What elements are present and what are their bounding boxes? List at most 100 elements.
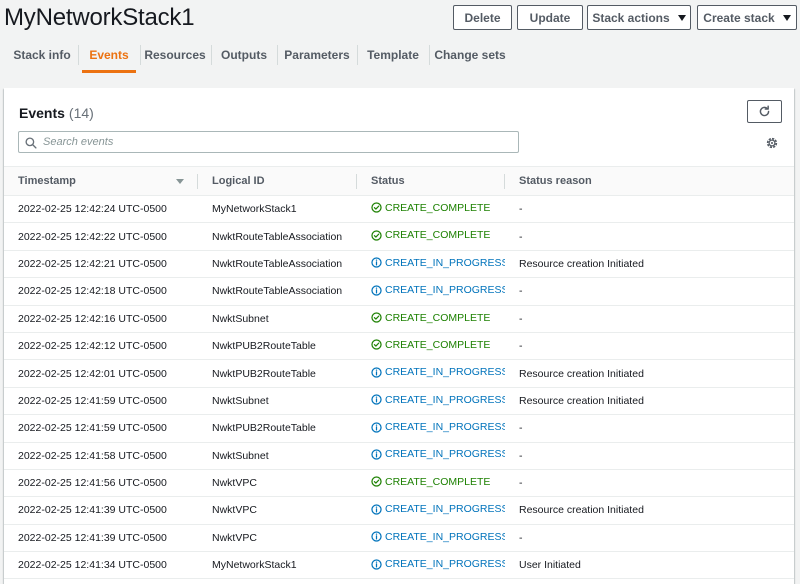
tab-resources[interactable]: Resources xyxy=(144,37,206,73)
cell-logical-id: NwktSubnet xyxy=(198,442,357,470)
table-row[interactable]: 2022-02-25 12:41:39 UTC-0500 NwktVPC CREAT… xyxy=(4,524,794,553)
table-row[interactable]: 2022-02-25 12:41:34 UTC-0500 MyNetworkSta… xyxy=(4,551,794,580)
stack-actions-button[interactable]: Stack actions xyxy=(587,5,691,30)
status-indicator: CREATE_IN_PROGRESS xyxy=(371,558,505,570)
search-events-input[interactable] xyxy=(43,132,513,152)
cell-status: CREATE_IN_PROGRESS xyxy=(357,414,505,443)
table-row[interactable]: 2022-02-25 12:41:39 UTC-0500 NwktVPC CREAT… xyxy=(4,496,794,525)
refresh-icon xyxy=(759,105,770,117)
table-row[interactable]: 2022-02-25 12:41:59 UTC-0500 NwktPUB2Rout… xyxy=(4,414,794,443)
info-circle-icon xyxy=(371,394,382,405)
cell-logical-id: NwktPUB2RouteTable xyxy=(198,414,357,443)
cell-logical-id: NwktSubnet xyxy=(198,387,357,416)
cell-logical-id: NwktSubnet xyxy=(198,305,357,333)
status-indicator: CREATE_IN_PROGRESS xyxy=(371,284,505,296)
cell-status: CREATE_COMPLETE xyxy=(357,305,505,333)
table-row[interactable]: 2022-02-25 12:41:58 UTC-0500 NwktSubnet CR… xyxy=(4,442,794,470)
status-indicator: CREATE_IN_PROGRESS xyxy=(371,531,505,543)
cell-logical-id: NwktVPC xyxy=(198,524,357,553)
cell-status-reason: - xyxy=(505,469,794,498)
cell-status: CREATE_IN_PROGRESS xyxy=(357,551,505,580)
tab-outputs[interactable]: Outputs xyxy=(215,37,273,73)
tab-template[interactable]: Template xyxy=(361,37,425,73)
status-text: CREATE_IN_PROGRESS xyxy=(385,558,505,571)
cell-timestamp: 2022-02-25 12:41:58 UTC-0500 xyxy=(4,442,198,470)
status-text: CREATE_IN_PROGRESS xyxy=(385,284,505,297)
cell-status-reason: Resource creation Initiated xyxy=(505,250,794,279)
cell-status-reason: - xyxy=(505,414,794,443)
status-indicator: CREATE_COMPLETE xyxy=(371,312,490,324)
status-indicator: CREATE_COMPLETE xyxy=(371,229,490,241)
cell-logical-id: NwktPUB2RouteTable xyxy=(198,332,357,361)
update-button[interactable]: Update xyxy=(517,5,583,30)
status-text: CREATE_IN_PROGRESS xyxy=(385,256,505,269)
cell-timestamp: 2022-02-25 12:42:18 UTC-0500 xyxy=(4,277,198,306)
status-text: CREATE_COMPLETE xyxy=(385,311,491,324)
cell-status: CREATE_IN_PROGRESS xyxy=(357,524,505,553)
events-table-body: 2022-02-25 12:42:24 UTC-0500 MyNetworkSta… xyxy=(4,195,794,580)
refresh-button[interactable] xyxy=(747,100,782,123)
tab-parameters[interactable]: Parameters xyxy=(281,37,353,73)
cell-logical-id: MyNetworkStack1 xyxy=(198,195,357,224)
search-icon xyxy=(25,136,38,149)
cell-status-reason: Resource creation Initiated xyxy=(505,359,794,388)
cell-timestamp: 2022-02-25 12:41:59 UTC-0500 xyxy=(4,414,198,443)
cell-status: CREATE_IN_PROGRESS xyxy=(357,387,505,416)
tab-divider xyxy=(277,45,278,65)
column-header-timestamp[interactable]: Timestamp xyxy=(4,166,198,196)
info-circle-icon xyxy=(371,284,382,296)
table-row[interactable]: 2022-02-25 12:42:01 UTC-0500 NwktPUB2Rout… xyxy=(4,359,794,388)
info-circle-icon xyxy=(371,421,382,433)
table-row[interactable]: 2022-02-25 12:42:21 UTC-0500 NwktRouteTab… xyxy=(4,250,794,279)
column-label: Status reason xyxy=(519,175,592,187)
events-title: Events xyxy=(19,105,65,121)
events-table: Timestamp Logical ID Status Status reaso… xyxy=(4,166,794,580)
table-row[interactable]: 2022-02-25 12:42:16 UTC-0500 NwktSubnet CR… xyxy=(4,305,794,333)
column-header-status[interactable]: Status xyxy=(357,166,505,196)
cell-status: CREATE_IN_PROGRESS xyxy=(357,359,505,388)
create-stack-button[interactable]: Create stack xyxy=(697,5,797,30)
status-text: CREATE_IN_PROGRESS xyxy=(385,448,505,461)
cell-status: CREATE_COMPLETE xyxy=(357,195,505,224)
column-header-logical-id[interactable]: Logical ID xyxy=(198,166,357,196)
cell-timestamp: 2022-02-25 12:41:39 UTC-0500 xyxy=(4,524,198,553)
status-text: CREATE_COMPLETE xyxy=(385,338,491,351)
status-indicator: CREATE_IN_PROGRESS xyxy=(371,394,505,406)
cell-status-reason: Resource creation Initiated xyxy=(505,496,794,525)
table-row[interactable]: 2022-02-25 12:41:59 UTC-0500 NwktSubnet CR… xyxy=(4,387,794,416)
tab-stack-info[interactable]: Stack info xyxy=(10,37,74,73)
sort-caret-icon[interactable] xyxy=(176,179,184,184)
delete-button[interactable]: Delete xyxy=(453,5,512,30)
table-row[interactable]: 2022-02-25 12:42:22 UTC-0500 NwktRouteTab… xyxy=(4,222,794,251)
table-row[interactable]: 2022-02-25 12:42:24 UTC-0500 MyNetworkSta… xyxy=(4,195,794,224)
cell-timestamp: 2022-02-25 12:41:34 UTC-0500 xyxy=(4,551,198,580)
status-text: CREATE_COMPLETE xyxy=(385,201,491,214)
tab-events[interactable]: Events xyxy=(82,37,136,73)
status-indicator: CREATE_COMPLETE xyxy=(371,339,490,351)
cell-status-reason: Resource creation Initiated xyxy=(505,387,794,416)
table-row[interactable]: 2022-02-25 12:41:56 UTC-0500 NwktVPC CREAT… xyxy=(4,469,794,498)
cell-status-reason: - xyxy=(505,305,794,333)
info-circle-icon xyxy=(371,449,382,460)
cell-timestamp: 2022-02-25 12:42:21 UTC-0500 xyxy=(4,250,198,279)
cell-timestamp: 2022-02-25 12:42:12 UTC-0500 xyxy=(4,332,198,361)
cell-timestamp: 2022-02-25 12:41:59 UTC-0500 xyxy=(4,387,198,416)
page-title: MyNetworkStack1 xyxy=(4,4,195,31)
status-indicator: CREATE_IN_PROGRESS xyxy=(371,503,505,515)
status-indicator: CREATE_IN_PROGRESS xyxy=(371,448,505,460)
status-text: CREATE_COMPLETE xyxy=(385,229,491,242)
cell-timestamp: 2022-02-25 12:42:16 UTC-0500 xyxy=(4,305,198,333)
status-text: CREATE_IN_PROGRESS xyxy=(385,366,505,379)
column-label: Timestamp xyxy=(18,175,76,187)
tab-change-sets[interactable]: Change sets xyxy=(433,37,507,73)
table-row[interactable]: 2022-02-25 12:42:12 UTC-0500 NwktPUB2Rout… xyxy=(4,332,794,361)
cell-logical-id: NwktVPC xyxy=(198,469,357,498)
cell-status-reason: - xyxy=(505,195,794,224)
caret-down-icon xyxy=(782,14,791,21)
gear-icon[interactable] xyxy=(765,136,779,150)
cell-status: CREATE_COMPLETE xyxy=(357,222,505,251)
table-row[interactable]: 2022-02-25 12:42:18 UTC-0500 NwktRouteTab… xyxy=(4,277,794,306)
column-header-status-reason[interactable]: Status reason xyxy=(505,166,794,196)
status-text: CREATE_IN_PROGRESS xyxy=(385,393,505,406)
cell-status-reason: - xyxy=(505,222,794,251)
